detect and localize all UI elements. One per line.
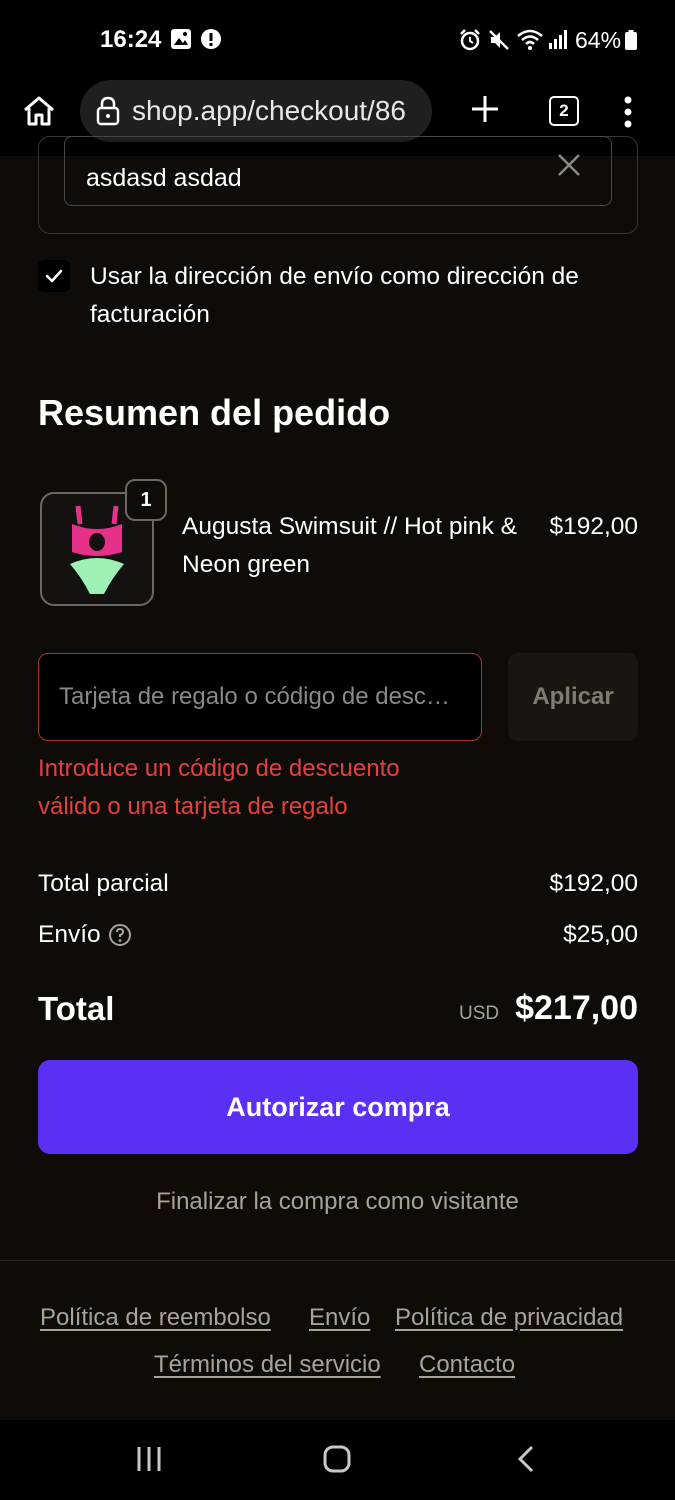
subtotal-label: Total parcial [38, 870, 169, 897]
recent-apps-icon[interactable] [134, 1444, 164, 1479]
order-summary-title: Resumen del pedido [38, 392, 391, 433]
shipping-value: $25,00 [563, 921, 638, 948]
shipping-label: Envío [38, 921, 101, 948]
alarm-icon [458, 28, 482, 57]
address-value: asdasd asdad [86, 164, 242, 192]
footer-link-terms[interactable]: Términos del servicio [154, 1351, 381, 1379]
apply-discount-button[interactable]: Aplicar [508, 653, 638, 741]
check-icon [45, 269, 63, 283]
address-bar[interactable]: shop.app/checkout/86 [80, 80, 432, 142]
wifi-icon [516, 28, 544, 57]
clear-field-icon[interactable] [556, 152, 582, 183]
product-name: Augusta Swimsuit // Hot pink & Neon gree… [182, 513, 517, 578]
lock-icon [94, 96, 122, 131]
footer-divider [0, 1260, 675, 1261]
guest-checkout-link[interactable]: Finalizar la compra como visitante [0, 1188, 675, 1216]
subtotal-value: $192,00 [549, 870, 638, 897]
home-button[interactable] [20, 92, 60, 132]
home-nav-icon[interactable] [322, 1444, 352, 1479]
url-text: shop.app/checkout/86 [132, 95, 406, 126]
browser-menu-button[interactable] [620, 94, 636, 130]
footer-link-contact[interactable]: Contacto [419, 1351, 515, 1379]
status-time: 16:24 [100, 26, 162, 53]
total-value: $217,00 [515, 989, 638, 1027]
system-nav-bar [0, 1420, 675, 1500]
footer-link-privacy-policy[interactable]: Política de privacidad [395, 1304, 623, 1332]
currency-code: USD [459, 1003, 500, 1024]
footer-link-refund-policy[interactable]: Política de reembolso [40, 1304, 271, 1332]
footer-link-shipping[interactable]: Envío [309, 1304, 370, 1332]
discount-error-message: Introduce un código de descuento válido … [38, 755, 400, 820]
home-icon [24, 96, 54, 126]
product-price: $192,00 [549, 513, 638, 540]
billing-same-label: Usar la dirección de envío como direcció… [90, 263, 579, 328]
tab-switcher-button[interactable]: 2 [549, 96, 579, 126]
plus-icon [472, 96, 498, 122]
mute-icon [487, 28, 511, 57]
authorize-purchase-button[interactable]: Autorizar compra [38, 1060, 638, 1154]
total-label: Total [38, 990, 115, 1027]
checkout-page: asdasd asdad Usar la dirección de envío … [0, 136, 675, 1420]
gallery-notification-icon [170, 28, 192, 55]
billing-same-checkbox[interactable] [38, 260, 70, 292]
back-icon[interactable] [514, 1444, 538, 1479]
discount-code-input[interactable] [38, 653, 482, 741]
signal-icon [547, 28, 569, 55]
help-icon[interactable] [108, 923, 132, 952]
more-vertical-icon [624, 96, 632, 128]
battery-icon [625, 30, 637, 55]
alert-notification-icon [200, 28, 222, 55]
battery-level: 64% [575, 27, 622, 53]
quantity-badge: 1 [125, 479, 167, 521]
status-bar: 16:24 64% [0, 0, 675, 80]
new-tab-button[interactable] [468, 92, 502, 126]
